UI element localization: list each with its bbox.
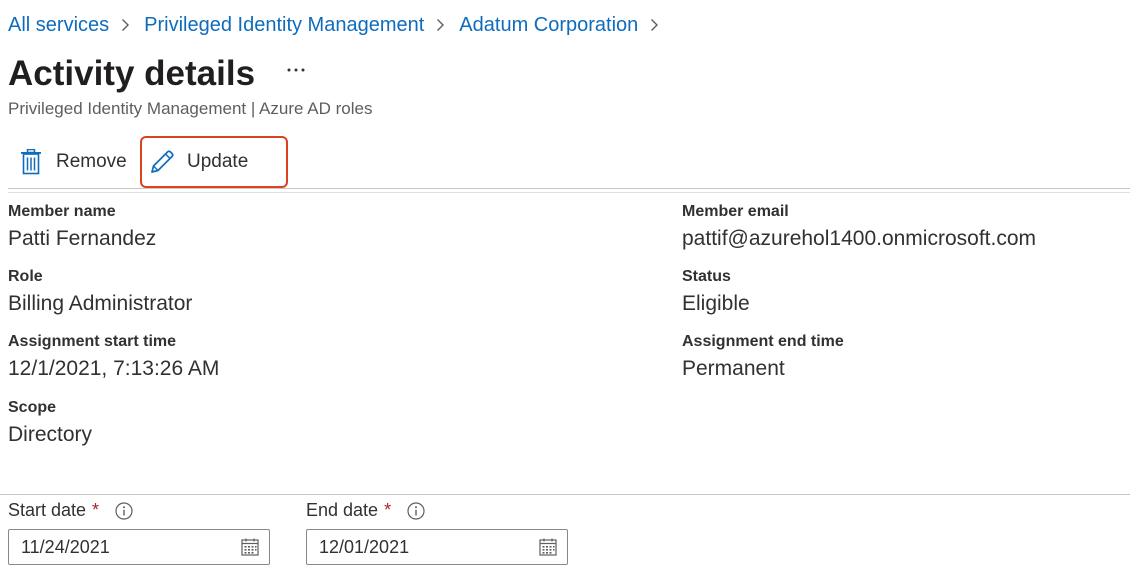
breadcrumb: All services Privileged Identity Managem… bbox=[8, 11, 673, 39]
section-divider bbox=[0, 494, 1130, 495]
chevron-right-icon bbox=[436, 18, 445, 32]
start-date-input[interactable]: 11/24/2021 bbox=[8, 529, 270, 565]
start-date-label-row: Start date * bbox=[8, 500, 133, 521]
end-date-label: End date bbox=[306, 500, 379, 520]
remove-label: Remove bbox=[56, 151, 127, 172]
member-name-label: Member name bbox=[8, 203, 116, 220]
start-date-value: 11/24/2021 bbox=[21, 536, 110, 557]
chevron-right-icon bbox=[650, 18, 659, 32]
role-value: Billing Administrator bbox=[8, 292, 193, 315]
member-email-label: Member email bbox=[682, 203, 789, 220]
start-date-label: Start date bbox=[8, 500, 87, 520]
end-date-value: 12/01/2021 bbox=[319, 536, 410, 557]
end-date-input[interactable]: 12/01/2021 bbox=[306, 529, 568, 565]
toolbar-divider-secondary bbox=[8, 192, 1130, 193]
breadcrumb-pim[interactable]: Privileged Identity Management bbox=[144, 11, 424, 39]
breadcrumb-adatum[interactable]: Adatum Corporation bbox=[459, 11, 638, 39]
activity-details-page: All services Privileged Identity Managem… bbox=[0, 0, 1130, 574]
member-email-value: pattif@azurehol1400.onmicrosoft.com bbox=[682, 227, 1036, 250]
update-button[interactable]: Update bbox=[140, 136, 288, 188]
trash-icon bbox=[20, 149, 42, 175]
scope-label: Scope bbox=[8, 399, 57, 416]
chevron-right-icon bbox=[121, 18, 130, 32]
required-marker: * bbox=[92, 500, 100, 520]
page-subtitle: Privileged Identity Management | Azure A… bbox=[8, 99, 373, 118]
calendar-icon[interactable] bbox=[537, 536, 559, 558]
info-icon[interactable] bbox=[115, 501, 133, 520]
update-label: Update bbox=[187, 151, 249, 172]
assignment-start-label: Assignment start time bbox=[8, 333, 177, 350]
assignment-end-label: Assignment end time bbox=[682, 333, 844, 350]
page-title: Activity details bbox=[8, 54, 256, 93]
toolbar-divider bbox=[8, 188, 1130, 189]
remove-button[interactable]: Remove bbox=[20, 146, 127, 178]
member-name-value: Patti Fernandez bbox=[8, 227, 157, 250]
pencil-icon bbox=[149, 149, 175, 175]
scope-value: Directory bbox=[8, 423, 93, 446]
status-value: Eligible bbox=[682, 292, 750, 315]
role-label: Role bbox=[8, 268, 43, 285]
assignment-end-value: Permanent bbox=[682, 357, 785, 380]
calendar-icon[interactable] bbox=[239, 536, 261, 558]
required-marker: * bbox=[384, 500, 392, 520]
assignment-start-value: 12/1/2021, 7:13:26 AM bbox=[8, 357, 220, 380]
end-date-label-row: End date * bbox=[306, 500, 425, 521]
info-icon[interactable] bbox=[407, 501, 425, 520]
status-label: Status bbox=[682, 268, 731, 285]
more-options-button[interactable] bbox=[284, 58, 308, 82]
more-icon bbox=[287, 68, 305, 72]
breadcrumb-all-services[interactable]: All services bbox=[8, 11, 109, 39]
